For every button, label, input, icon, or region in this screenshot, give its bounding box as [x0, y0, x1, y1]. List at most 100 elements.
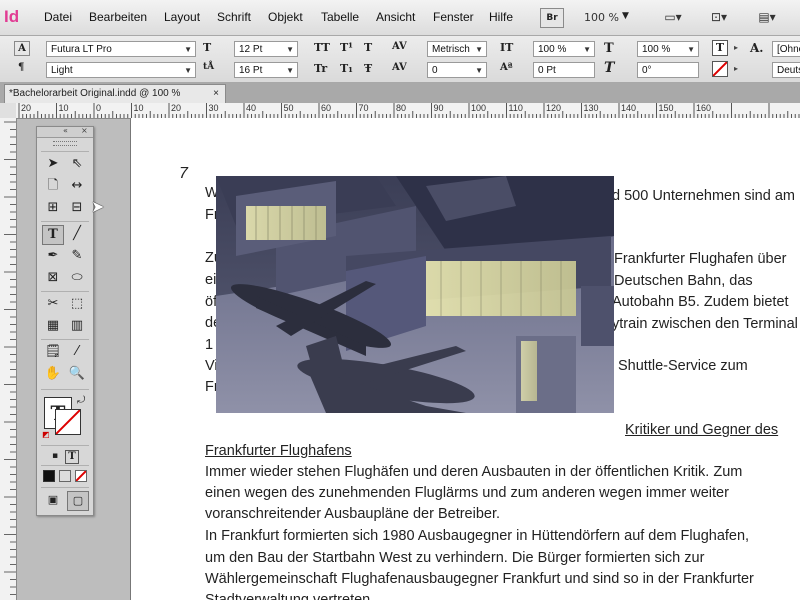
- view-options-icon[interactable]: ⊡▾: [706, 8, 732, 26]
- language-field[interactable]: Deuts: [772, 62, 800, 78]
- menu-datei[interactable]: Datei: [44, 10, 72, 24]
- apply-color-icon[interactable]: [43, 470, 55, 482]
- preview-mode-icon[interactable]: ▢: [67, 491, 89, 511]
- direct-selection-tool-icon[interactable]: ⇖: [67, 155, 87, 173]
- gradient-swatch-tool-icon[interactable]: ▦: [43, 317, 63, 335]
- menu-hilfe[interactable]: Hilfe: [489, 10, 513, 24]
- type-tool-icon[interactable]: T: [42, 225, 64, 245]
- ruler-label: 0: [96, 103, 102, 113]
- menu-layout[interactable]: Layout: [164, 10, 200, 24]
- skew-field[interactable]: 0°: [637, 62, 699, 78]
- font-family-field[interactable]: Futura LT Pro ▼: [46, 41, 196, 57]
- horizontal-scale-field[interactable]: 100 % ▼: [637, 41, 699, 57]
- section-heading-part1: Kritiker und Gegner des: [625, 422, 779, 438]
- eyedropper-tool-icon[interactable]: ⁄: [67, 343, 87, 361]
- free-transform-tool-icon[interactable]: ⬚: [67, 295, 87, 313]
- menu-tabelle[interactable]: Tabelle: [321, 10, 359, 24]
- formatting-text-icon[interactable]: T: [65, 450, 79, 464]
- hand-tool-icon[interactable]: ✋: [43, 365, 63, 383]
- divider: [41, 151, 89, 152]
- zoom-tool-icon[interactable]: 🔍: [67, 365, 87, 383]
- divider: [41, 291, 89, 292]
- line-tool-icon[interactable]: ╱: [67, 225, 87, 243]
- ruler-label: 140: [621, 103, 637, 113]
- vertical-scale-field[interactable]: 100 % ▼: [533, 41, 595, 57]
- ellipse-tool-icon[interactable]: ⬭: [67, 269, 87, 287]
- font-style-value: Light: [51, 65, 73, 76]
- menu-schrift[interactable]: Schrift: [217, 10, 251, 24]
- screen-mode-icon[interactable]: ▭▾: [660, 8, 686, 26]
- strikethrough-icon[interactable]: Ŧ: [364, 62, 372, 75]
- paragraph-mode-icon[interactable]: ¶: [18, 62, 24, 73]
- chevron-down-icon[interactable]: ▼: [622, 11, 629, 21]
- ruler-label: 70: [358, 103, 369, 113]
- formatting-container-icon[interactable]: ▪: [45, 447, 65, 465]
- apply-none-icon[interactable]: [75, 470, 87, 482]
- airport-terminal-photo[interactable]: [216, 176, 614, 413]
- body-line: um den Bau der Startbahn West zu verhind…: [205, 550, 705, 566]
- menu-bearbeiten[interactable]: Bearbeiten: [89, 10, 147, 24]
- collapse-icon[interactable]: «: [63, 126, 68, 135]
- tracking-icon: AV: [392, 62, 407, 73]
- gap-tool-icon[interactable]: ↔: [67, 177, 87, 195]
- ruler-label: 150: [658, 103, 674, 113]
- chevron-down-icon: ▼: [286, 45, 294, 54]
- ruler-origin[interactable]: [0, 103, 17, 119]
- normal-view-icon[interactable]: ▣: [43, 491, 63, 509]
- menu-objekt[interactable]: Objekt: [268, 10, 303, 24]
- menu-fenster[interactable]: Fenster: [433, 10, 474, 24]
- body-line: einen wegen des zunehmenden Fluglärms un…: [205, 485, 729, 501]
- subscript-icon[interactable]: T₁: [340, 62, 353, 75]
- tracking-field[interactable]: 0 ▼: [427, 62, 487, 78]
- tab-document[interactable]: *Bachelorarbeit Original.indd @ 100 % ×: [4, 84, 226, 103]
- scissors-tool-icon[interactable]: ✂: [43, 295, 63, 313]
- tools-panel: « × ➤ ⇖ 🗋 ↔ ⊞ ⊟ T ╱ ✒ ✎ ⊠ ⬭ ✂ ⬚ ▦ ▥ 🗒 ⁄ …: [36, 126, 94, 516]
- character-mode-icon[interactable]: A: [14, 41, 30, 56]
- superscript-icon[interactable]: T¹: [340, 41, 353, 54]
- pencil-tool-icon[interactable]: ✎: [67, 247, 87, 265]
- selection-tool-icon[interactable]: ➤: [43, 155, 63, 173]
- zoom-level[interactable]: 100 %: [584, 11, 619, 24]
- bridge-button[interactable]: Br: [540, 8, 564, 28]
- chevron-right-icon[interactable]: ▸: [734, 63, 738, 73]
- default-colors-icon[interactable]: ◩: [42, 430, 50, 439]
- kerning-field[interactable]: Metrisch ▼: [427, 41, 487, 57]
- vertical-ruler[interactable]: [0, 118, 17, 600]
- ruler-label: 20: [171, 103, 182, 113]
- menu-ansicht[interactable]: Ansicht: [376, 10, 415, 24]
- arrange-documents-icon[interactable]: ▤▾: [754, 8, 780, 26]
- small-caps-icon[interactable]: Tr: [314, 62, 327, 75]
- ruler-label: 160: [696, 103, 712, 113]
- grip-icon[interactable]: [53, 141, 77, 146]
- apply-gradient-icon[interactable]: [59, 470, 71, 482]
- font-size-field[interactable]: 12 Pt ▼: [234, 41, 298, 57]
- font-style-field[interactable]: Light ▼: [46, 62, 196, 78]
- stroke-color-icon[interactable]: [55, 409, 81, 435]
- close-icon[interactable]: ×: [81, 126, 88, 135]
- gradient-feather-tool-icon[interactable]: ▥: [67, 317, 87, 335]
- rectangle-frame-tool-icon[interactable]: ⊠: [43, 269, 63, 287]
- font-family-value: Futura LT Pro: [51, 44, 112, 55]
- character-style-field[interactable]: [Ohne: [772, 41, 800, 57]
- note-tool-icon[interactable]: 🗒: [43, 343, 63, 361]
- tools-panel-header[interactable]: « ×: [37, 126, 93, 138]
- page-tool-icon[interactable]: 🗋: [43, 177, 63, 195]
- horizontal-ruler[interactable]: 20 10 0 10 20 30 40 50 60 70 80 90 100 110 120 130 140 15…: [16, 103, 800, 119]
- content-collector-icon[interactable]: ⊞: [43, 199, 63, 217]
- stroke-none-icon[interactable]: [712, 61, 728, 77]
- swap-colors-icon[interactable]: ⤾: [77, 395, 85, 406]
- all-caps-icon[interactable]: TT: [314, 41, 330, 54]
- tracking-value: 0: [432, 65, 438, 76]
- divider: [41, 445, 89, 446]
- fill-text-icon[interactable]: T: [712, 40, 728, 56]
- underline-icon[interactable]: T: [364, 41, 372, 54]
- body-line: voranschreitender Ausbaupläne der Betrei…: [205, 506, 501, 522]
- close-icon[interactable]: ×: [213, 85, 219, 103]
- baseline-shift-field[interactable]: 0 Pt: [533, 62, 595, 78]
- content-placer-icon[interactable]: ⊟: [67, 199, 87, 217]
- tab-document-title: *Bachelorarbeit Original.indd @ 100 %: [9, 88, 181, 99]
- chevron-down-icon: ▼: [475, 45, 483, 54]
- chevron-right-icon[interactable]: ▸: [734, 42, 738, 52]
- pen-tool-icon[interactable]: ✒: [43, 247, 63, 265]
- leading-field[interactable]: 16 Pt ▼: [234, 62, 298, 78]
